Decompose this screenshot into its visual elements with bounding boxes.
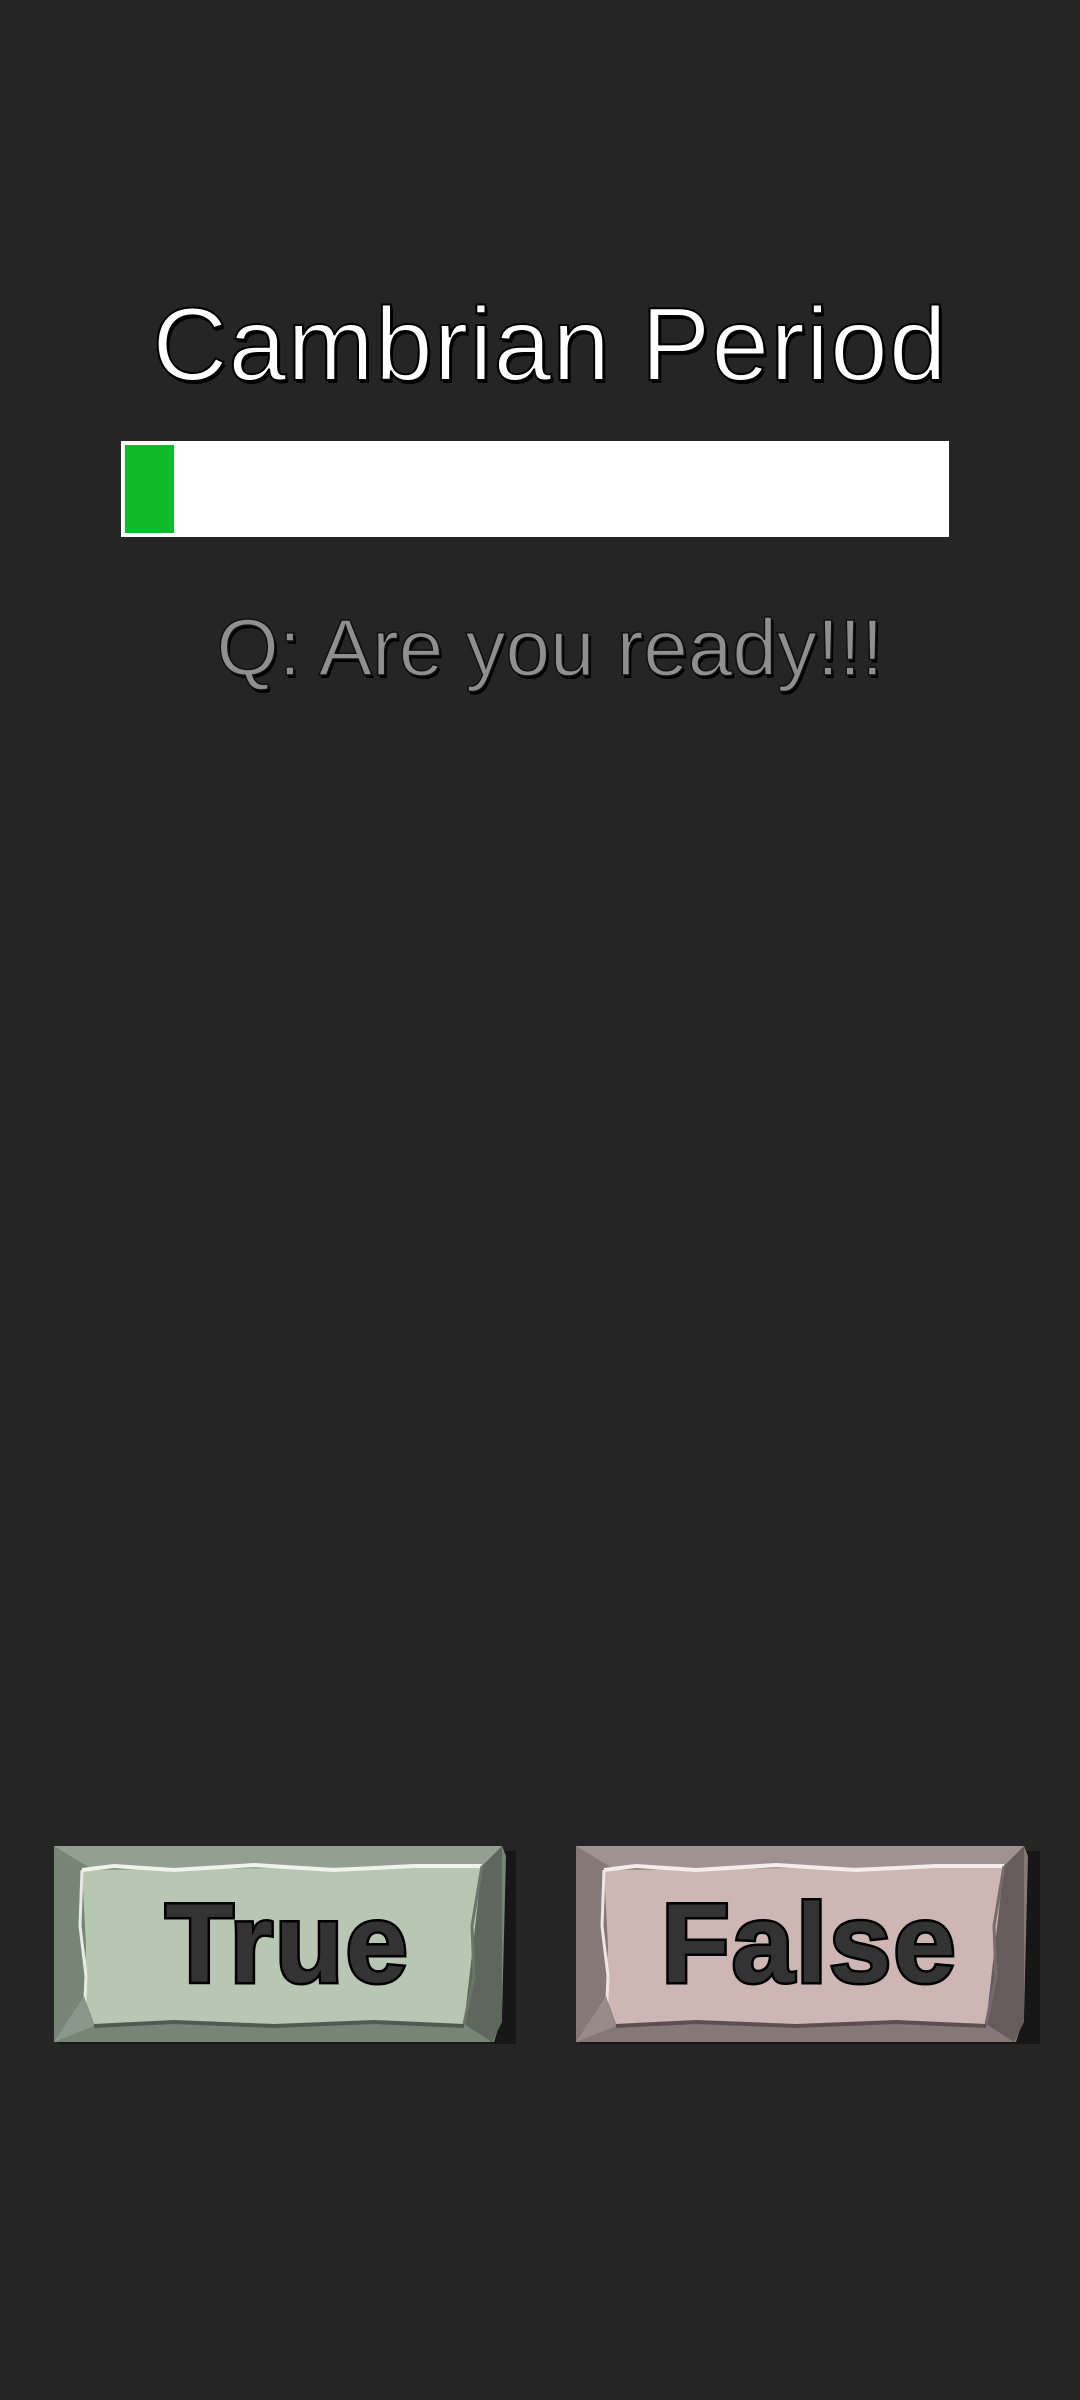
- progress-fill: [125, 445, 174, 533]
- question-text: Q: Are you ready!!!: [216, 602, 885, 693]
- quiz-screen: Cambrian Period Q: Are you ready!!! True: [0, 0, 1080, 2400]
- false-button-label: False: [659, 1878, 958, 2008]
- page-title: Cambrian Period: [151, 286, 948, 404]
- true-button[interactable]: True: [54, 1846, 521, 2046]
- true-button-label: True: [163, 1878, 411, 2008]
- progress-bar: [121, 441, 949, 537]
- false-button[interactable]: False: [576, 1846, 1043, 2046]
